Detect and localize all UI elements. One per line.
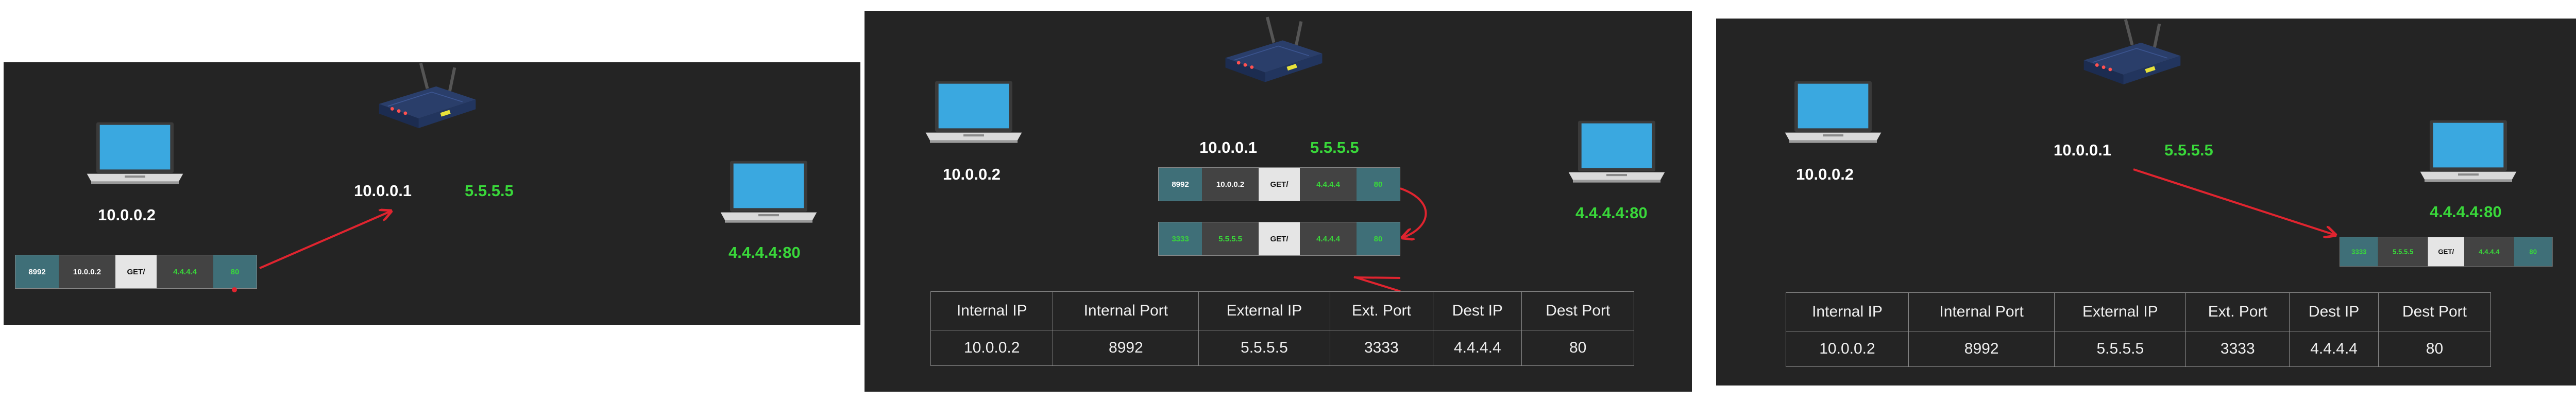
router-icon bbox=[375, 62, 480, 137]
nat-header: Internal IP bbox=[1786, 292, 1909, 331]
laptop-icon bbox=[1565, 120, 1668, 184]
slide-1: 10.0.0.2 10.0.0.1 5.5.5.5 4.4.4.4:80 899… bbox=[4, 62, 860, 325]
nat-table: Internal IP Internal Port External IP Ex… bbox=[1786, 292, 2492, 367]
packet-payload: GET/ bbox=[115, 255, 157, 288]
nat-cell: 5.5.5.5 bbox=[1198, 330, 1330, 366]
server-address-label: 4.4.4.4:80 bbox=[1575, 204, 1648, 222]
nat-header: Dest Port bbox=[1521, 291, 1634, 330]
packet-src-ip: 5.5.5.5 bbox=[2378, 237, 2428, 267]
packet-src-ip: 10.0.0.2 bbox=[59, 255, 115, 288]
router-private-ip-label: 10.0.0.1 bbox=[1199, 138, 1258, 156]
table-row: 10.0.0.2 8992 5.5.5.5 3333 4.4.4.4 80 bbox=[930, 330, 1634, 366]
nat-header: Internal IP bbox=[930, 291, 1054, 330]
router-icon bbox=[1221, 15, 1327, 92]
table-row: 10.0.0.2 8992 5.5.5.5 3333 4.4.4.4 80 bbox=[1786, 331, 2492, 367]
nat-table-header-row: Internal IP Internal Port External IP Ex… bbox=[930, 291, 1634, 330]
nat-cell: 3333 bbox=[2185, 331, 2290, 367]
packet-dst-port: 80 bbox=[1357, 168, 1400, 201]
packet-src-port: 3333 bbox=[2340, 237, 2378, 267]
nat-cell: 5.5.5.5 bbox=[2054, 331, 2187, 367]
nat-table-header-row: Internal IP Internal Port External IP Ex… bbox=[1786, 292, 2492, 331]
packet-translated: 3333 5.5.5.5 GET/ 4.4.4.4 80 bbox=[1158, 222, 1400, 256]
laptop-icon bbox=[1782, 80, 1885, 145]
nat-cell: 8992 bbox=[1053, 330, 1199, 366]
nat-cell: 10.0.0.2 bbox=[1786, 331, 1909, 367]
nat-cell: 80 bbox=[1521, 330, 1634, 366]
laptop-icon bbox=[83, 121, 187, 186]
packet-dst-port: 80 bbox=[2514, 237, 2552, 267]
nat-header: Ext. Port bbox=[1329, 291, 1434, 330]
nat-header: Internal Port bbox=[1908, 292, 2055, 331]
nat-header: External IP bbox=[2054, 292, 2187, 331]
nat-cell: 8992 bbox=[1908, 331, 2055, 367]
server-address-label: 4.4.4.4:80 bbox=[728, 243, 801, 261]
laptop-icon bbox=[2417, 119, 2520, 184]
nat-table: Internal IP Internal Port External IP Ex… bbox=[930, 291, 1634, 366]
router-public-ip-label: 5.5.5.5 bbox=[1310, 138, 1359, 156]
packet-dst-ip: 4.4.4.4 bbox=[1300, 222, 1357, 255]
packet: 8992 10.0.0.2 GET/ 4.4.4.4 80 bbox=[15, 255, 257, 289]
nat-cell: 80 bbox=[2378, 331, 2492, 367]
slide-3: 10.0.0.2 10.0.0.1 5.5.5.5 4.4.4.4:80 333… bbox=[1716, 19, 2576, 386]
host-ip-label: 10.0.0.2 bbox=[98, 206, 156, 224]
nat-header: External IP bbox=[1198, 291, 1330, 330]
packet: 3333 5.5.5.5 GET/ 4.4.4.4 80 bbox=[2340, 237, 2553, 267]
router-icon bbox=[2079, 19, 2185, 93]
request-arrow bbox=[259, 212, 390, 269]
host-ip-label: 10.0.0.2 bbox=[1796, 165, 1854, 183]
router-public-ip-label: 5.5.5.5 bbox=[465, 182, 514, 200]
packet-src-ip: 5.5.5.5 bbox=[1202, 222, 1259, 255]
packet-payload: GET/ bbox=[2428, 237, 2464, 267]
translate-arrow bbox=[1400, 187, 1427, 237]
nat-header: Dest IP bbox=[1433, 291, 1522, 330]
packet-dst-port: 80 bbox=[1357, 222, 1400, 255]
table-arrow-tail bbox=[1353, 276, 1401, 292]
nat-cell: 10.0.0.2 bbox=[930, 330, 1054, 366]
nat-header: Dest Port bbox=[2378, 292, 2492, 331]
packet-dst-ip: 4.4.4.4 bbox=[1300, 168, 1357, 201]
router-private-ip-label: 10.0.0.1 bbox=[354, 182, 412, 200]
forward-arrow bbox=[2133, 168, 2334, 235]
packet-src-port: 3333 bbox=[1159, 222, 1202, 255]
router-public-ip-label: 5.5.5.5 bbox=[2164, 141, 2213, 159]
packet-dst-ip: 4.4.4.4 bbox=[2464, 237, 2514, 267]
packet-dst-port: 80 bbox=[213, 255, 257, 288]
packet-payload: GET/ bbox=[1259, 222, 1300, 255]
packet-src-port: 8992 bbox=[15, 255, 59, 288]
slide-2: 10.0.0.2 10.0.0.1 5.5.5.5 4.4.4.4:80 899… bbox=[865, 11, 1692, 392]
nat-cell: 4.4.4.4 bbox=[2289, 331, 2379, 367]
nat-header: Dest IP bbox=[2289, 292, 2379, 331]
nat-cell: 3333 bbox=[1329, 330, 1434, 366]
router-private-ip-label: 10.0.0.1 bbox=[2054, 141, 2112, 159]
packet-src-ip: 10.0.0.2 bbox=[1202, 168, 1259, 201]
packet-dst-ip: 4.4.4.4 bbox=[157, 255, 213, 288]
server-address-label: 4.4.4.4:80 bbox=[2430, 203, 2502, 221]
table-arrow bbox=[1353, 276, 1401, 279]
nat-cell: 4.4.4.4 bbox=[1433, 330, 1522, 366]
nat-header: Internal Port bbox=[1053, 291, 1199, 330]
packet-src-port: 8992 bbox=[1159, 168, 1202, 201]
nat-header: Ext. Port bbox=[2185, 292, 2290, 331]
laptop-icon bbox=[922, 80, 1025, 145]
laptop-icon bbox=[717, 160, 820, 224]
packet-inbound: 8992 10.0.0.2 GET/ 4.4.4.4 80 bbox=[1158, 167, 1400, 201]
host-ip-label: 10.0.0.2 bbox=[943, 165, 1001, 183]
packet-payload: GET/ bbox=[1259, 168, 1300, 201]
